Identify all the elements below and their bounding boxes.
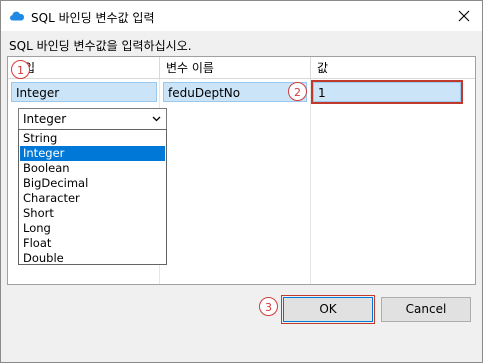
- type-combobox-value: Integer: [23, 112, 67, 126]
- type-option-character[interactable]: Character: [20, 191, 165, 206]
- column-divider: [310, 79, 311, 284]
- column-header-value[interactable]: 값: [311, 57, 475, 79]
- ok-button[interactable]: OK: [281, 295, 375, 324]
- type-option-integer[interactable]: Integer: [20, 146, 165, 161]
- type-combobox[interactable]: Integer: [18, 108, 167, 130]
- close-icon: [458, 10, 470, 22]
- cancel-button[interactable]: Cancel: [381, 297, 471, 322]
- annotation-marker-3: 3: [259, 297, 278, 316]
- window-title: SQL 바인딩 변수값 입력: [31, 11, 155, 25]
- type-dropdown-list[interactable]: String Integer Boolean BigDecimal Charac…: [18, 129, 167, 265]
- column-header-type[interactable]: 입: [8, 57, 160, 79]
- type-cell[interactable]: Integer: [11, 82, 157, 102]
- type-option-short[interactable]: Short: [20, 206, 165, 221]
- type-option-boolean[interactable]: Boolean: [20, 161, 165, 176]
- bind-variable-dialog: SQL 바인딩 변수값 입력 SQL 바인딩 변수값을 입력하십시오. 입 변수…: [0, 0, 483, 363]
- cloud-app-icon: [10, 11, 24, 21]
- type-option-float[interactable]: Float: [20, 236, 165, 251]
- annotation-marker-2: 2: [288, 82, 307, 101]
- column-header-variable-name[interactable]: 변수 이름: [160, 57, 311, 79]
- title-bar: SQL 바인딩 변수값 입력: [1, 1, 482, 31]
- type-option-long[interactable]: Long: [20, 221, 165, 236]
- annotation-marker-1: 1: [11, 60, 30, 79]
- close-button[interactable]: [449, 4, 479, 28]
- value-cell[interactable]: 1: [311, 80, 463, 104]
- variable-name-cell[interactable]: feduDeptNo: [163, 82, 307, 102]
- chevron-down-icon: [152, 116, 161, 122]
- type-option-bigdecimal[interactable]: BigDecimal: [20, 176, 165, 191]
- instruction-text: SQL 바인딩 변수값을 입력하십시오.: [9, 39, 192, 53]
- type-option-string[interactable]: String: [20, 131, 165, 146]
- type-option-double[interactable]: Double: [20, 251, 165, 266]
